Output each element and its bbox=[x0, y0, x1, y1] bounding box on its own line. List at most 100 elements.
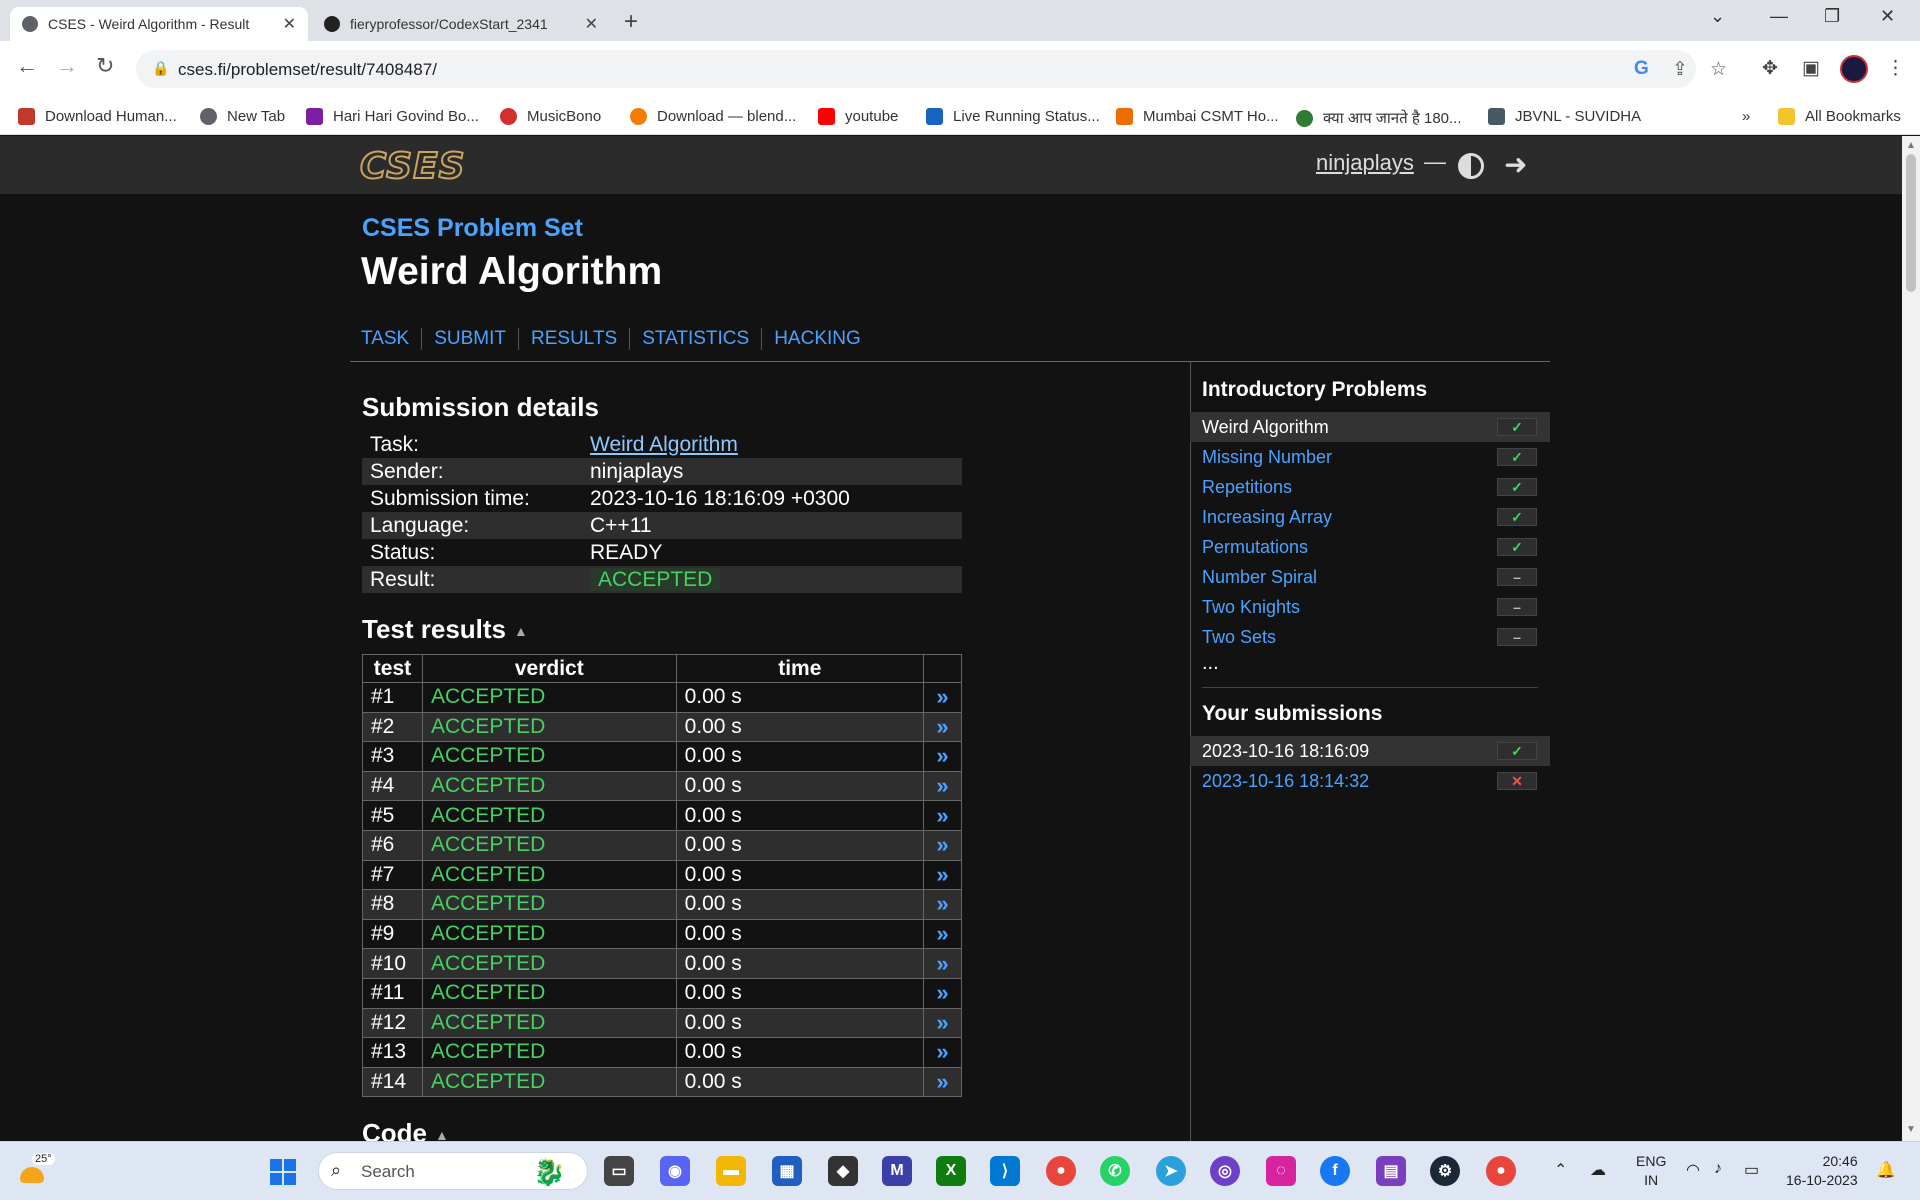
language-indicator[interactable]: ENG IN bbox=[1636, 1152, 1666, 1190]
view-test-link-icon[interactable]: » bbox=[923, 977, 962, 1009]
tab-search-icon[interactable]: ⌄ bbox=[1710, 6, 1725, 27]
bookmarks-overflow-icon[interactable]: » bbox=[1742, 108, 1750, 125]
microsoft-store-icon[interactable]: ▦ bbox=[772, 1156, 802, 1186]
tab-hacking[interactable]: HACKING bbox=[761, 328, 873, 350]
bookmark-item[interactable]: MusicBono bbox=[500, 108, 601, 125]
view-test-link-icon[interactable]: » bbox=[923, 1037, 962, 1068]
scroll-thumb[interactable] bbox=[1906, 154, 1916, 292]
tray-overflow-icon[interactable]: ⌃ bbox=[1554, 1160, 1567, 1180]
sidebar-problem-item[interactable]: Missing Number ✓ bbox=[1190, 442, 1550, 472]
facebook-icon[interactable]: f bbox=[1320, 1156, 1350, 1186]
view-test-link-icon[interactable]: » bbox=[923, 1007, 962, 1039]
instagram-icon[interactable]: ◌ bbox=[1266, 1156, 1296, 1186]
close-tab-icon[interactable]: ✕ bbox=[283, 14, 296, 34]
tab-task[interactable]: TASK bbox=[361, 328, 421, 350]
problem-set-link[interactable]: CSES Problem Set bbox=[362, 214, 583, 243]
view-test-link-icon[interactable]: » bbox=[923, 1066, 962, 1098]
view-test-link-icon[interactable]: » bbox=[923, 918, 962, 950]
editor-app-icon[interactable]: M bbox=[882, 1156, 912, 1186]
problem-name[interactable]: Two Sets bbox=[1202, 627, 1276, 647]
tab-github[interactable]: fieryprofessor/CodexStart_2341 ✕ bbox=[312, 7, 610, 41]
taskbar-search-input[interactable]: ⌕ Search 🐉 bbox=[318, 1152, 588, 1190]
sidebar-submission-item[interactable]: 2023-10-16 18:14:32 ✕ bbox=[1190, 766, 1550, 796]
problem-name[interactable]: Increasing Array bbox=[1202, 507, 1332, 527]
problem-name[interactable]: Missing Number bbox=[1202, 447, 1332, 467]
wifi-icon[interactable]: ◠ bbox=[1686, 1160, 1700, 1180]
maximize-button[interactable]: ❐ bbox=[1824, 6, 1840, 27]
view-test-link-icon[interactable]: » bbox=[923, 741, 962, 772]
task-link[interactable]: Weird Algorithm bbox=[590, 433, 738, 456]
new-tab-button[interactable]: + bbox=[624, 8, 638, 36]
sidebar-problem-item[interactable]: Increasing Array ✓ bbox=[1190, 502, 1550, 532]
address-bar[interactable]: 🔒 cses.fi/problemset/result/7408487/ G ⇪… bbox=[136, 50, 1727, 88]
cses-logo[interactable]: CSES bbox=[359, 145, 466, 188]
onedrive-icon[interactable]: ☁ bbox=[1590, 1160, 1606, 1180]
sidebar-problem-item[interactable]: Two Knights – bbox=[1190, 592, 1550, 622]
minimize-button[interactable]: — bbox=[1770, 6, 1788, 27]
problem-name[interactable]: Repetitions bbox=[1202, 477, 1292, 497]
vscode-icon[interactable]: ⟩ bbox=[990, 1156, 1020, 1186]
bookmark-item[interactable]: Download Human... bbox=[18, 108, 177, 125]
chrome-icon[interactable]: ● bbox=[1046, 1156, 1076, 1186]
google-lens-icon[interactable]: G bbox=[1634, 58, 1649, 80]
problem-name[interactable]: Permutations bbox=[1202, 537, 1308, 557]
url-text[interactable]: cses.fi/problemset/result/7408487/ bbox=[178, 60, 437, 80]
scroll-up-icon[interactable]: ▲ bbox=[1906, 140, 1916, 151]
view-test-link-icon[interactable]: » bbox=[923, 800, 962, 831]
view-test-link-icon[interactable]: » bbox=[923, 948, 962, 979]
scroll-down-icon[interactable]: ▼ bbox=[1906, 1124, 1916, 1135]
profile-avatar[interactable] bbox=[1840, 55, 1868, 83]
sidebar-problem-item[interactable]: Two Sets – bbox=[1190, 622, 1550, 652]
steam-icon[interactable]: ⚙ bbox=[1430, 1156, 1460, 1186]
collapse-caret-icon[interactable]: ▲ bbox=[435, 1127, 449, 1141]
unity-icon[interactable]: ◆ bbox=[828, 1156, 858, 1186]
bookmark-item[interactable]: Live Running Status... bbox=[926, 108, 1100, 125]
view-test-link-icon[interactable]: » bbox=[923, 770, 962, 802]
test-results-heading[interactable]: Test results ▲ bbox=[362, 614, 528, 645]
weather-widget[interactable]: 25° bbox=[14, 1153, 55, 1189]
extensions-puzzle-icon[interactable]: ✥ bbox=[1762, 57, 1778, 80]
tab-cses-result[interactable]: CSES - Weird Algorithm - Result ✕ bbox=[10, 7, 308, 41]
bookmark-item[interactable]: Mumbai CSMT Ho... bbox=[1116, 108, 1279, 125]
chat-icon[interactable]: ◉ bbox=[660, 1156, 690, 1186]
clapper-app-icon[interactable]: ▤ bbox=[1376, 1156, 1406, 1186]
tab-submit[interactable]: SUBMIT bbox=[421, 328, 518, 350]
reload-icon[interactable]: ↻ bbox=[96, 53, 114, 79]
share-icon[interactable]: ⇪ bbox=[1672, 58, 1688, 81]
chrome-active-icon[interactable]: ● bbox=[1486, 1156, 1516, 1186]
sidebar-submission-item[interactable]: 2023-10-16 18:16:09 ✓ bbox=[1190, 736, 1550, 766]
telegram-icon[interactable]: ➤ bbox=[1156, 1156, 1186, 1186]
menu-dots-icon[interactable]: ⋮ bbox=[1886, 57, 1905, 80]
code-heading[interactable]: Code ▲ bbox=[362, 1118, 449, 1141]
lock-icon[interactable]: 🔒 bbox=[152, 60, 169, 77]
task-view-icon[interactable]: ▭ bbox=[604, 1156, 634, 1186]
sidebar-problem-item[interactable]: Weird Algorithm ✓ bbox=[1190, 412, 1550, 442]
sidebar-problem-item[interactable]: Repetitions ✓ bbox=[1190, 472, 1550, 502]
theme-toggle-icon[interactable] bbox=[1458, 153, 1484, 179]
collapse-caret-icon[interactable]: ▲ bbox=[514, 623, 528, 639]
page-scrollbar[interactable]: ▲ ▼ bbox=[1902, 136, 1920, 1141]
username-link[interactable]: ninjaplays bbox=[1316, 150, 1414, 176]
back-arrow-icon[interactable]: ← bbox=[16, 53, 38, 79]
view-test-link-icon[interactable]: » bbox=[923, 889, 962, 920]
sidebar-problem-item[interactable]: Permutations ✓ bbox=[1190, 532, 1550, 562]
view-test-link-icon[interactable]: » bbox=[923, 829, 962, 861]
volume-icon[interactable]: ♪ bbox=[1714, 1160, 1722, 1178]
all-bookmarks-folder[interactable]: All Bookmarks bbox=[1778, 108, 1901, 125]
tab-statistics[interactable]: STATISTICS bbox=[629, 328, 761, 350]
bookmark-item[interactable]: क्या आप जानते है 180... bbox=[1296, 108, 1462, 128]
view-test-link-icon[interactable]: » bbox=[923, 711, 962, 743]
side-panel-icon[interactable]: ▣ bbox=[1802, 57, 1820, 80]
close-window-button[interactable]: ✕ bbox=[1880, 6, 1895, 27]
view-test-link-icon[interactable]: » bbox=[923, 682, 962, 713]
bookmark-star-icon[interactable]: ☆ bbox=[1710, 58, 1727, 81]
logout-icon[interactable]: ➜ bbox=[1504, 148, 1527, 181]
battery-icon[interactable]: ▭ bbox=[1744, 1160, 1759, 1180]
notification-bell-icon[interactable]: 🔔 bbox=[1876, 1160, 1896, 1180]
bookmark-item[interactable]: Hari Hari Govind Bo... bbox=[306, 108, 479, 125]
bookmark-item[interactable]: Download — blend... bbox=[630, 108, 796, 125]
tab-results[interactable]: RESULTS bbox=[518, 328, 629, 350]
bookmark-item[interactable]: youtube bbox=[818, 108, 898, 125]
problem-name[interactable]: Number Spiral bbox=[1202, 567, 1317, 587]
submission-time[interactable]: 2023-10-16 18:14:32 bbox=[1202, 771, 1369, 791]
